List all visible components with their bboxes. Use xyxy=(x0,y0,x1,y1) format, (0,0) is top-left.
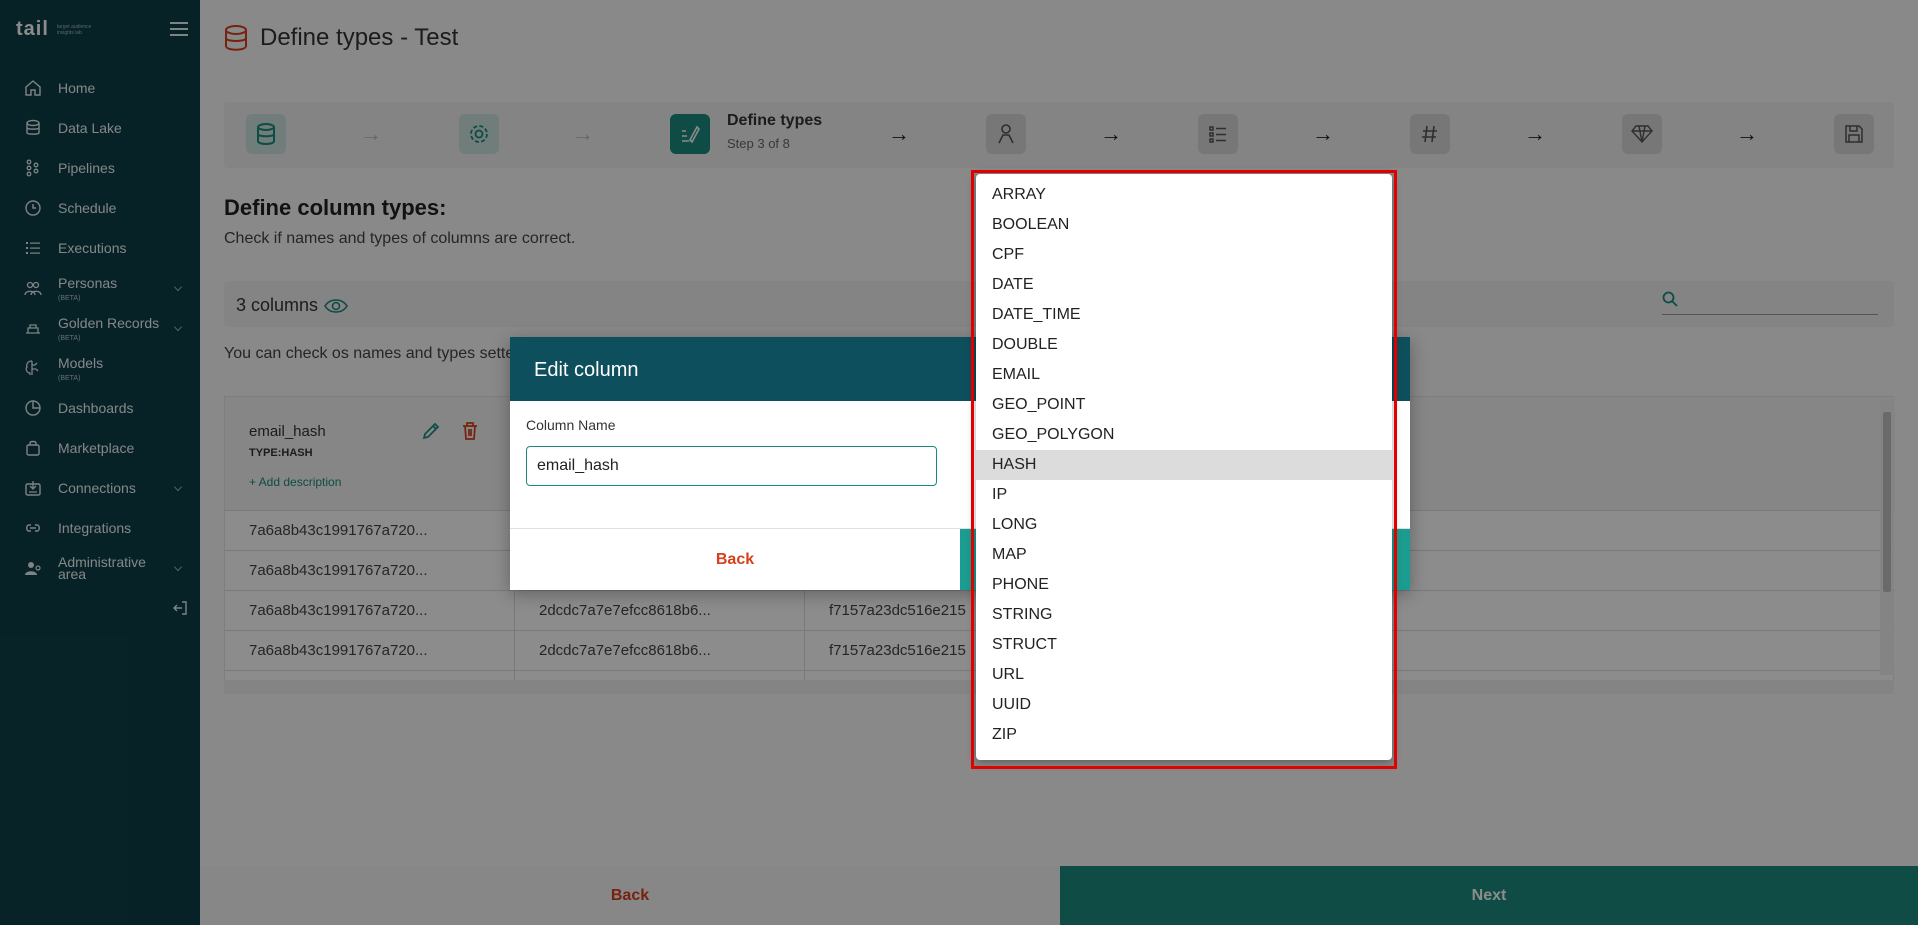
modal-title: Edit column xyxy=(534,359,639,381)
modal-back-button[interactable]: Back xyxy=(510,529,960,590)
highlight-box xyxy=(971,170,1397,769)
column-name-input[interactable] xyxy=(526,446,937,486)
column-name-label: Column Name xyxy=(526,417,616,433)
